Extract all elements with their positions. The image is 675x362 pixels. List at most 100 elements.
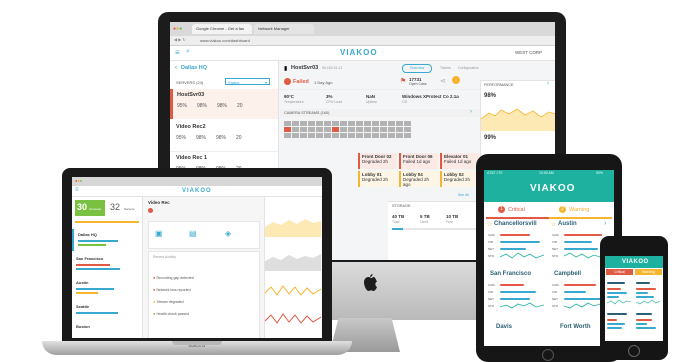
tablet-home-button[interactable] (542, 349, 554, 361)
camera-count-tile[interactable]: 30 Cameras (75, 200, 105, 216)
camera-alert[interactable]: Lobby 02 Degraded 2h (440, 171, 479, 187)
camera-cell[interactable] (292, 127, 299, 132)
camera-cell[interactable] (356, 121, 363, 126)
camera-cell[interactable] (308, 127, 315, 132)
org-name[interactable]: WEST CORP (515, 50, 542, 55)
site-item[interactable]: San Francisco (72, 253, 142, 275)
search-icon[interactable]: ⌕ (186, 48, 190, 56)
camera-cell[interactable] (356, 133, 363, 138)
server-stat: 95% (177, 103, 188, 109)
camera-cell[interactable] (388, 133, 395, 138)
camera-cell[interactable] (404, 121, 411, 126)
chevron-right-icon[interactable]: › (547, 81, 549, 87)
menu-icon[interactable]: ≡ (75, 187, 79, 193)
nav-arrows-icon[interactable]: ◀ ▶ ↻ (174, 37, 186, 42)
share-icon[interactable]: ⋖ (440, 77, 446, 85)
tab-overview[interactable]: Overview (402, 64, 432, 73)
camera-cell[interactable] (356, 127, 363, 132)
camera-cell[interactable] (324, 121, 331, 126)
browser-tab[interactable]: Google Chrome - Get a fas (192, 24, 252, 34)
camera-cell[interactable] (372, 121, 379, 126)
url-text[interactable]: www.viakoo.com/dashboard (200, 38, 250, 43)
camera-cell[interactable] (372, 127, 379, 132)
camera-cell[interactable] (332, 133, 339, 138)
camera-cell[interactable] (308, 121, 315, 126)
camera-cell[interactable] (396, 133, 403, 138)
camera-cell[interactable] (348, 133, 355, 138)
metric-sparkline (636, 299, 660, 305)
camera-cell[interactable] (372, 133, 379, 138)
camera-cell[interactable] (316, 133, 323, 138)
camera-cell[interactable] (284, 133, 291, 138)
site-card[interactable]: Davis (486, 322, 548, 344)
camera-cell[interactable] (340, 133, 347, 138)
filter-select[interactable]: Status ▾ (225, 78, 270, 85)
camera-cell[interactable] (380, 121, 387, 126)
camera-alert[interactable]: Front Door 02 Degraded 2h (358, 153, 397, 169)
camera-cell-alert[interactable] (284, 127, 291, 132)
camera-cell[interactable] (364, 133, 371, 138)
camera-cell[interactable] (364, 127, 371, 132)
site-item[interactable]: Austin (72, 277, 142, 299)
warning-tab[interactable]: Warning (635, 269, 662, 275)
camera-cell[interactable] (292, 133, 299, 138)
camera-section-header[interactable]: CAMERA STREAMS (160) › (280, 109, 480, 117)
site-title[interactable]: Dallas HQ (181, 65, 207, 71)
server-stat: 98% (216, 135, 227, 141)
camera-cell[interactable] (388, 121, 395, 126)
camera-cell[interactable] (380, 127, 387, 132)
see-all-link[interactable]: See All (458, 193, 469, 197)
feed-item[interactable]: ● Health check passed (153, 302, 253, 320)
critical-label: Critical (508, 207, 525, 213)
camera-cell[interactable] (364, 121, 371, 126)
camera-cell[interactable] (380, 133, 387, 138)
site-card[interactable] (636, 309, 661, 337)
camera-cell[interactable] (316, 127, 323, 132)
phone-home-button[interactable] (628, 345, 640, 357)
server-item[interactable]: HostSvr03 95% 98% 98% 20 (170, 89, 278, 119)
warning-filter[interactable]: 2 Warning (549, 203, 612, 219)
menu-icon[interactable]: ≡ (175, 48, 180, 57)
camera-cell[interactable] (332, 121, 339, 126)
camera-cell[interactable] (300, 121, 307, 126)
camera-alert[interactable]: Lobby 01 Degraded 2h (358, 171, 397, 187)
camera-alert[interactable]: Elevator 01 Failed 1d ago (440, 153, 479, 169)
site-item[interactable]: Boston (72, 321, 142, 337)
camera-cell[interactable] (348, 127, 355, 132)
camera-cell[interactable] (300, 133, 307, 138)
site-card[interactable] (636, 278, 661, 306)
site-item[interactable]: Dallas HQ (72, 229, 144, 251)
camera-cell[interactable] (396, 121, 403, 126)
site-card[interactable]: San Francisco CAM VID NET STO (486, 271, 548, 317)
camera-cell-alert[interactable] (332, 127, 339, 132)
camera-cell[interactable] (284, 121, 291, 126)
camera-cell[interactable] (348, 121, 355, 126)
camera-cell[interactable] (340, 127, 347, 132)
site-item[interactable]: Seattle (72, 301, 142, 319)
camera-cell[interactable] (404, 133, 411, 138)
site-card[interactable]: ☆ Chancellorsvill CAM VID NET STO (486, 221, 548, 267)
performance-value: 99% (484, 135, 497, 141)
camera-cell[interactable] (404, 127, 411, 132)
critical-tab[interactable]: Critical (606, 269, 633, 275)
camera-cell[interactable] (300, 127, 307, 132)
site-card[interactable] (607, 309, 632, 337)
back-arrow-icon[interactable]: ‹ (175, 65, 177, 71)
camera-cell[interactable] (324, 133, 331, 138)
server-item[interactable]: Video Rec2 95% 98% 98% 20 (170, 121, 278, 151)
camera-alert[interactable]: Lobby 04 Degraded 2h ago (399, 171, 438, 187)
critical-filter[interactable]: 1 Critical (486, 203, 549, 219)
camera-cell[interactable] (388, 127, 395, 132)
camera-cell[interactable] (308, 133, 315, 138)
camera-cell[interactable] (324, 127, 331, 132)
tab-configuration[interactable]: Configuration (458, 66, 479, 70)
camera-cell[interactable] (340, 121, 347, 126)
tab-tickets[interactable]: Tickets (440, 66, 451, 70)
site-card[interactable] (607, 278, 632, 306)
camera-alert[interactable]: Front Door 06 Failed 1d ago (399, 153, 438, 169)
browser-tab[interactable]: Network Manager (254, 24, 314, 34)
camera-cell[interactable] (292, 121, 299, 126)
address-bar[interactable]: ◀ ▶ ↻ www.viakoo.com/dashboard (170, 36, 555, 46)
camera-cell[interactable] (316, 121, 323, 126)
camera-cell[interactable] (396, 127, 403, 132)
